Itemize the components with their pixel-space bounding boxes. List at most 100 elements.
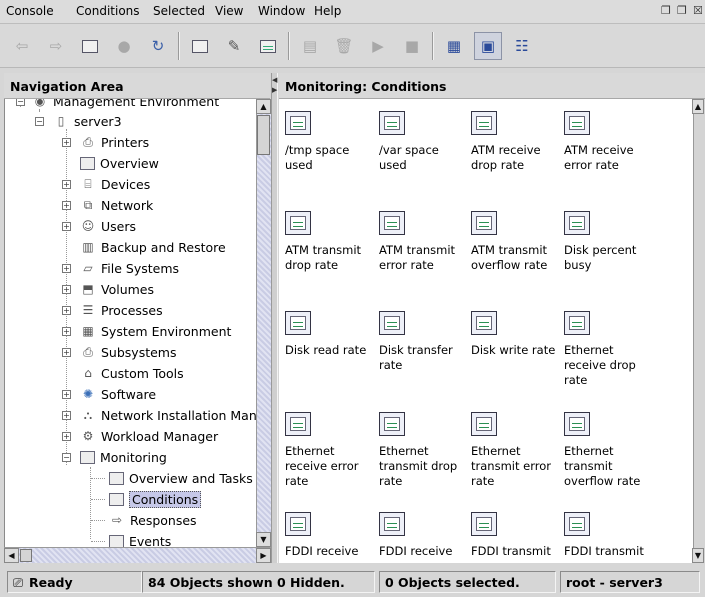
tree-item-label: Responses bbox=[130, 512, 197, 528]
tree-item-monitoring[interactable]: − Monitoring bbox=[5, 447, 167, 467]
tree-item-subsystems[interactable]: + ⎙ Subsystems bbox=[5, 342, 177, 362]
condition-item[interactable]: Ethernet transmit overflow rate bbox=[564, 412, 654, 489]
scroll-down-icon[interactable]: ▼ bbox=[256, 532, 271, 547]
collapse-toggle[interactable]: − bbox=[62, 453, 71, 462]
condition-item[interactable]: Ethernet transmit error rate bbox=[471, 412, 561, 489]
scroll-left-icon[interactable]: ◀ bbox=[4, 548, 19, 563]
up-folder-icon[interactable] bbox=[76, 32, 104, 60]
play-icon[interactable]: ▶ bbox=[364, 32, 392, 60]
tree-item-overview-and-tasks[interactable]: Overview and Tasks bbox=[5, 468, 253, 488]
scroll-down-icon[interactable]: ▼ bbox=[692, 548, 704, 563]
tree-item-management-environment[interactable]: − ◉ Management Environment bbox=[5, 99, 219, 111]
condition-item[interactable]: ATM receive drop rate bbox=[471, 111, 561, 173]
expand-toggle[interactable]: + bbox=[62, 285, 71, 294]
expand-toggle[interactable]: + bbox=[62, 390, 71, 399]
tree-item-printers[interactable]: + ⎙ Printers bbox=[5, 132, 149, 152]
menu-conditions[interactable]: Conditions bbox=[76, 4, 140, 18]
condition-item[interactable]: FDDI transmit bbox=[471, 512, 561, 559]
panel-splitter[interactable] bbox=[271, 73, 278, 563]
scroll-up-icon[interactable]: ▲ bbox=[256, 99, 271, 114]
navigation-vertical-scrollbar[interactable]: ▲ ▼ bbox=[256, 99, 271, 547]
expand-toggle[interactable]: + bbox=[62, 180, 71, 189]
condition-item[interactable]: Disk transfer rate bbox=[379, 311, 469, 373]
large-icons-view-icon[interactable]: ▦ bbox=[440, 32, 468, 60]
condition-item[interactable]: ATM transmit error rate bbox=[379, 211, 469, 273]
expand-toggle[interactable]: + bbox=[62, 348, 71, 357]
copy-icon[interactable]: ▤ bbox=[296, 32, 324, 60]
close-window-icon[interactable]: ☒ bbox=[693, 4, 703, 17]
condition-item[interactable]: Ethernet receive error rate bbox=[285, 412, 375, 489]
tree-item-custom-tools[interactable]: ⌂ Custom Tools bbox=[5, 363, 183, 383]
scroll-right-icon[interactable]: ▶ bbox=[256, 548, 271, 563]
back-arrow-icon[interactable]: ⇦ bbox=[8, 32, 36, 60]
expand-toggle[interactable]: + bbox=[62, 432, 71, 441]
expand-toggle[interactable]: + bbox=[62, 264, 71, 273]
tree-item-conditions[interactable]: Conditions bbox=[5, 489, 202, 509]
delete-icon[interactable]: 🗑 bbox=[330, 32, 358, 60]
small-icons-view-icon[interactable]: ▣ bbox=[474, 32, 502, 60]
stop-square-icon[interactable]: ■ bbox=[398, 32, 426, 60]
tree-item-file-systems[interactable]: + ▱ File Systems bbox=[5, 258, 179, 278]
content-vertical-scrollbar[interactable]: ▲ ▼ bbox=[692, 99, 705, 563]
tree-item-network[interactable]: + ⧉ Network bbox=[5, 195, 153, 215]
expand-right-icon[interactable]: ▶ bbox=[272, 86, 277, 94]
condition-item[interactable]: FDDI receive bbox=[285, 512, 375, 559]
condition-item[interactable]: FDDI receive bbox=[379, 512, 469, 559]
condition-item[interactable]: Ethernet receive drop rate bbox=[564, 311, 654, 388]
scroll-thumb[interactable] bbox=[257, 115, 270, 155]
monitor-icon[interactable] bbox=[254, 32, 282, 60]
collapse-toggle[interactable]: − bbox=[16, 99, 25, 106]
refresh-icon[interactable]: ↻ bbox=[144, 32, 172, 60]
condition-item[interactable]: ATM receive error rate bbox=[564, 111, 654, 173]
expand-toggle[interactable]: + bbox=[62, 138, 71, 147]
condition-item[interactable]: /var space used bbox=[379, 111, 469, 173]
tree-item-responses[interactable]: ⇨ Responses bbox=[5, 510, 197, 530]
condition-item[interactable]: Disk read rate bbox=[285, 311, 375, 358]
expand-toggle[interactable]: + bbox=[62, 306, 71, 315]
tree-item-backup-restore[interactable]: ▥ Backup and Restore bbox=[5, 237, 225, 257]
tree-item-processes[interactable]: + ☰ Processes bbox=[5, 300, 163, 320]
collapse-toggle[interactable]: − bbox=[35, 117, 44, 126]
properties-icon[interactable] bbox=[186, 32, 214, 60]
condition-item[interactable]: ATM transmit drop rate bbox=[285, 211, 375, 273]
condition-item[interactable]: Disk percent busy bbox=[564, 211, 654, 273]
tree-item-server3[interactable]: − ▯ server3 bbox=[5, 111, 122, 131]
menu-view[interactable]: View bbox=[215, 4, 243, 18]
volumes-icon: ⬒ bbox=[82, 282, 94, 296]
edit-icon[interactable]: ✎ bbox=[220, 32, 248, 60]
condition-item[interactable]: Ethernet transmit drop rate bbox=[379, 412, 469, 489]
condition-item[interactable]: Disk write rate bbox=[471, 311, 561, 358]
restore-window-icon-2[interactable]: ❐ bbox=[677, 4, 687, 17]
tree-item-network-installation[interactable]: + ⛬ Network Installation Manag bbox=[5, 405, 256, 425]
menu-help[interactable]: Help bbox=[314, 4, 341, 18]
stop-icon[interactable]: ● bbox=[110, 32, 138, 60]
expand-toggle[interactable]: + bbox=[62, 327, 71, 336]
forward-arrow-icon[interactable]: ⇨ bbox=[42, 32, 70, 60]
expand-toggle[interactable]: + bbox=[62, 411, 71, 420]
collapse-left-icon[interactable]: ◀ bbox=[272, 76, 277, 84]
details-view-icon[interactable]: ☷ bbox=[508, 32, 536, 60]
condition-item[interactable]: FDDI transmit bbox=[564, 512, 654, 559]
scroll-up-icon[interactable]: ▲ bbox=[692, 99, 704, 114]
condition-label: ATM transmit error rate bbox=[379, 243, 456, 272]
restore-window-icon[interactable]: ❐ bbox=[661, 4, 671, 17]
tree-item-software[interactable]: + ✺ Software bbox=[5, 384, 156, 404]
condition-item[interactable]: /tmp space used bbox=[285, 111, 375, 173]
expand-toggle[interactable]: + bbox=[62, 201, 71, 210]
menu-window[interactable]: Window bbox=[258, 4, 305, 18]
tree-item-system-environment[interactable]: + ▦ System Environment bbox=[5, 321, 231, 341]
menu-console[interactable]: Console bbox=[6, 4, 54, 18]
tree-item-users[interactable]: + ☺ Users bbox=[5, 216, 136, 236]
tree-item-devices[interactable]: + ⌸ Devices bbox=[5, 174, 150, 194]
condition-item[interactable]: ATM transmit overflow rate bbox=[471, 211, 561, 273]
tree-item-overview[interactable]: Overview bbox=[5, 153, 159, 173]
expand-toggle[interactable]: + bbox=[62, 222, 71, 231]
menu-selected[interactable]: Selected bbox=[153, 4, 205, 18]
tree-item-workload-manager[interactable]: + ⚙ Workload Manager bbox=[5, 426, 218, 446]
scroll-thumb[interactable] bbox=[20, 549, 32, 562]
tree-line bbox=[91, 541, 105, 542]
navigation-horizontal-scrollbar[interactable]: ◀ ▶ bbox=[4, 547, 271, 563]
tree-item-volumes[interactable]: + ⬒ Volumes bbox=[5, 279, 154, 299]
condition-label: Ethernet receive drop rate bbox=[564, 343, 636, 387]
tree-item-events[interactable]: Events bbox=[5, 531, 171, 547]
